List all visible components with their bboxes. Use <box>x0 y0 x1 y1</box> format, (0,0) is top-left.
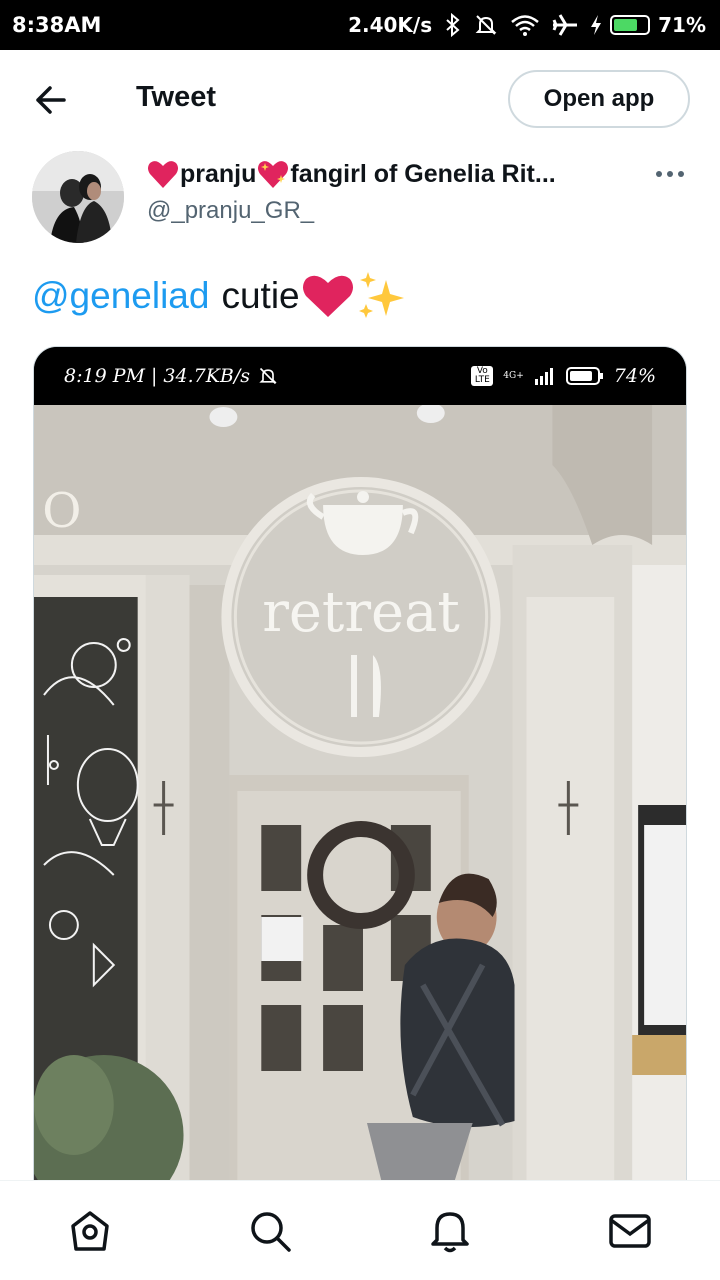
display-name[interactable]: pranju fangirl of Genelia Rit... <box>146 157 616 191</box>
battery: 71% <box>590 13 706 37</box>
mute-icon <box>259 367 277 385</box>
page-title: Tweet <box>136 81 217 113</box>
open-app-button[interactable]: Open app <box>508 70 690 128</box>
battery-percent: 71% <box>658 13 706 37</box>
battery-icon <box>565 367 603 385</box>
net-speed: 2.40K/s <box>348 13 433 37</box>
bluetooth-icon <box>446 13 460 37</box>
sparkling-heart-icon <box>258 161 289 188</box>
bottom-nav <box>0 1180 720 1280</box>
screenshot-battery: 74% <box>613 365 656 387</box>
mention-link[interactable]: @geneliad <box>32 275 209 317</box>
airplane-icon <box>552 14 578 36</box>
charging-icon <box>591 15 602 35</box>
tweet-body: cutie <box>221 275 300 316</box>
red-heart-icon <box>148 161 178 188</box>
display-name-part2: fangirl of Genelia Rit... <box>290 159 556 188</box>
display-name-part1: pranju <box>180 159 257 188</box>
battery-icon <box>610 15 651 35</box>
notifications-icon <box>431 1211 469 1252</box>
wifi-icon <box>511 15 539 36</box>
avatar[interactable] <box>32 151 124 243</box>
tweet-text: @geneliad cutie <box>32 270 408 322</box>
red-heart-icon <box>302 275 353 317</box>
status-time: 8:38AM <box>12 13 102 37</box>
network-type: 4G+ <box>503 371 524 381</box>
status-bar: 8:38AM 2.40K/s 71% <box>0 0 720 50</box>
volte-icon: Vo LTE <box>471 366 494 386</box>
sign-letter: O <box>42 484 81 539</box>
sparkles-icon <box>358 272 404 318</box>
app-header: Tweet Open app <box>0 50 720 148</box>
storefront-photo: retreat O <box>34 405 686 1185</box>
nav-home[interactable] <box>65 1206 115 1256</box>
status-icons: 2.40K/s 71% <box>348 13 706 37</box>
user-handle[interactable]: @_pranju_GR_ <box>147 197 314 225</box>
home-icon <box>71 1210 109 1251</box>
messages-icon <box>609 1213 651 1248</box>
sign-text: retreat <box>262 580 460 645</box>
nav-search[interactable] <box>245 1206 295 1256</box>
signal-icon <box>534 368 553 385</box>
search-icon <box>251 1211 291 1252</box>
nav-notifications[interactable] <box>425 1206 475 1256</box>
screenshot-time-speed: 8:19 PM | 34.7KB/s <box>64 365 251 387</box>
screenshot-status-bar: 8:19 PM | 34.7KB/s Vo LTE 4G+ 74% <box>34 347 686 405</box>
tweet-media[interactable]: 8:19 PM | 34.7KB/s Vo LTE 4G+ 74% retrea… <box>33 346 687 1186</box>
more-options-icon[interactable] <box>654 168 686 180</box>
nav-messages[interactable] <box>605 1206 655 1256</box>
mute-icon <box>475 15 497 35</box>
back-arrow-icon[interactable] <box>30 82 70 118</box>
